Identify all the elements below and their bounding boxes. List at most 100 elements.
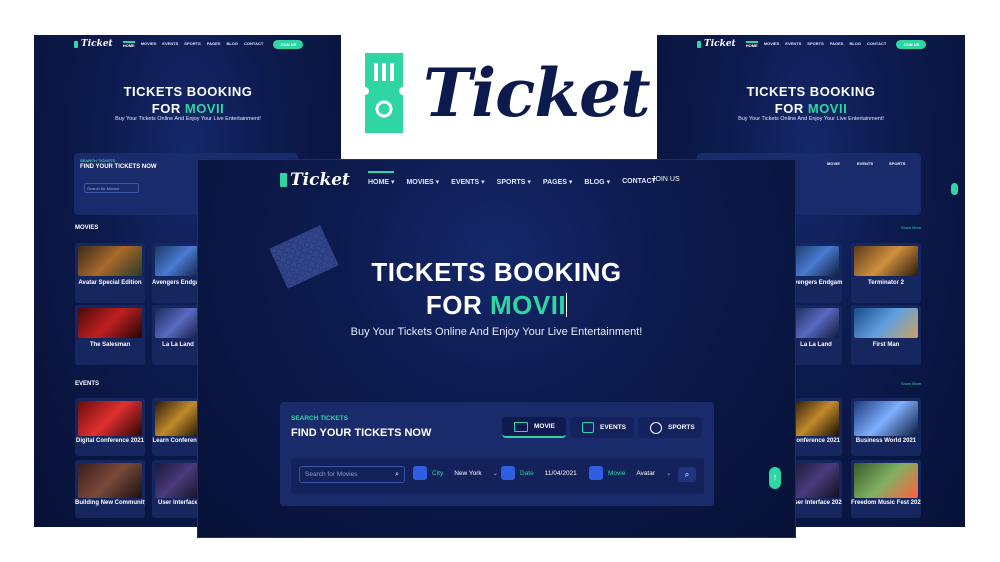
scroll-top-small[interactable] — [951, 183, 958, 195]
movie-poster — [793, 246, 839, 276]
chevron-down-icon: ⌄ — [666, 470, 672, 477]
city-select[interactable]: City New York ⌄ — [413, 466, 498, 480]
event-image — [155, 401, 201, 436]
movie-card[interactable]: The Salesman — [75, 305, 145, 365]
search-tickets-box: SEARCH TICKETS FIND YOUR TICKETS NOW MOV… — [280, 402, 714, 506]
event-image — [854, 463, 918, 498]
movie-card[interactable]: La La Land — [152, 305, 204, 365]
movie-select[interactable]: Movie Avatar ⌄ — [589, 466, 671, 480]
ticket-icon — [697, 40, 701, 48]
nav-blog[interactable]: BLOG ▾ — [584, 171, 610, 186]
hero-title: TICKETS BOOKING FOR MOVII — [371, 257, 622, 320]
nav-sports[interactable]: SPORTS — [184, 41, 200, 48]
nav-events[interactable]: EVENTS ▾ — [451, 171, 484, 186]
left-menu: HOME MOVIES EVENTS SPORTS PAGES BLOG CON… — [122, 40, 263, 48]
right-events-more[interactable]: Show More — [901, 381, 921, 386]
left-hero-title: TICKETS BOOKING FOR MOVII — [123, 84, 253, 116]
ticket-icon — [365, 53, 403, 133]
main-navbar: Ticket — [280, 170, 350, 190]
main-menu: HOME ▾ MOVIES ▾ EVENTS ▾ SPORTS ▾ PAGES … — [368, 171, 656, 186]
event-card[interactable]: Business World 2021 — [851, 398, 921, 456]
brand-logo-box: Ticket — [341, 35, 657, 162]
search-eyebrow: SEARCH TICKETS — [291, 415, 349, 422]
movie-poster — [155, 308, 201, 338]
nav-contact[interactable]: CONTACT — [244, 41, 263, 48]
main-screenshot-panel: Ticket HOME ▾ MOVIES ▾ EVENTS ▾ SPORTS ▾… — [198, 160, 795, 537]
scroll-to-top-button[interactable]: ↑ — [769, 467, 781, 489]
tab-sports[interactable]: SPORTS — [638, 417, 702, 438]
nav-home[interactable]: HOME ▾ — [368, 171, 395, 186]
movie-card[interactable]: Avengers Endgame — [790, 243, 842, 303]
join-button[interactable]: JOIN US — [273, 39, 304, 49]
left-navbar: Ticket HOME MOVIES EVENTS SPORTS PAGES B… — [74, 39, 304, 49]
event-card[interactable]: Freedom Music Fest 2021 — [851, 460, 921, 518]
chevron-down-icon: ▾ — [481, 179, 485, 186]
movie-card[interactable]: Terminator 2 — [851, 243, 921, 303]
text-cursor — [566, 293, 568, 317]
ticket-icon — [74, 40, 78, 48]
tab-movie[interactable]: MOVIE — [502, 417, 566, 438]
right-hero-title: TICKETS BOOKING FOR MOVII — [746, 84, 876, 116]
right-menu: HOME MOVIES EVENTS SPORTS PAGES BLOG CON… — [745, 40, 887, 48]
event-card[interactable]: User Interface 2021 — [790, 460, 842, 518]
ticket-icon — [280, 173, 287, 187]
movie-card[interactable]: First Man — [851, 305, 921, 365]
event-card[interactable]: Building New Community — [75, 460, 145, 518]
sports-icon — [650, 421, 662, 434]
movie-card[interactable]: La La Land — [790, 305, 842, 365]
search-heading: FIND YOUR TICKETS NOW — [291, 427, 432, 439]
tab-events[interactable]: EVENTS — [570, 417, 634, 438]
main-logo[interactable]: Ticket — [280, 170, 350, 190]
event-card[interactable]: Conference 2021 — [790, 398, 842, 456]
right-navbar: Ticket HOME MOVIES EVENTS SPORTS PAGES B… — [697, 39, 927, 49]
chevron-down-icon: ▾ — [568, 179, 573, 186]
search-input[interactable]: Search for Movies ⌕ — [299, 466, 405, 483]
brand-wordmark: Ticket — [423, 54, 651, 132]
nav-movies[interactable]: MOVIES — [141, 41, 157, 48]
right-hero-subtitle: Buy Your Tickets Online And Enjoy Your L… — [738, 116, 884, 122]
nav-events[interactable]: EVENTS — [162, 41, 178, 48]
calendar-icon — [501, 466, 515, 480]
event-image — [155, 463, 201, 498]
event-card[interactable]: User Interface — [152, 460, 204, 518]
city-icon — [413, 466, 427, 480]
movie-card[interactable]: Avengers Endgame — [152, 243, 204, 303]
movie-card[interactable]: Avatar Special Edition — [75, 243, 145, 303]
right-tab-events[interactable]: EVENTS — [857, 161, 873, 166]
chevron-down-icon: ▾ — [435, 179, 440, 186]
join-us-button[interactable]: JOIN US — [652, 171, 714, 189]
nav-sports[interactable]: SPORTS ▾ — [497, 171, 531, 186]
left-search-input[interactable]: Search for Movies — [84, 183, 139, 193]
search-icon: ⌕ — [684, 470, 690, 479]
movie-poster — [155, 246, 201, 276]
event-image — [78, 463, 142, 498]
left-events-label: EVENTS — [75, 381, 100, 387]
left-logo: Ticket — [74, 39, 113, 49]
event-card[interactable]: Learn Conference — [152, 398, 204, 456]
arrow-up-icon: ↑ — [772, 472, 778, 482]
film-icon — [514, 421, 528, 432]
event-card[interactable]: Digital Conference 2021 — [75, 398, 145, 456]
right-movies-more[interactable]: Show More — [901, 225, 921, 230]
join-button[interactable]: JOIN US — [896, 39, 927, 49]
nav-home[interactable]: HOME — [122, 40, 135, 48]
nav-blog[interactable]: BLOG — [226, 41, 238, 48]
event-image — [793, 401, 839, 436]
event-image — [854, 401, 918, 436]
chevron-down-icon: ▾ — [390, 179, 395, 186]
right-tab-sports[interactable]: SPORTS — [889, 161, 905, 166]
movie-poster — [793, 308, 839, 338]
right-tab-movie[interactable]: MOVIE — [827, 161, 840, 166]
nav-pages[interactable]: PAGES — [207, 41, 221, 48]
chevron-down-icon: ⌄ — [492, 470, 499, 477]
search-icon[interactable]: ⌕ — [395, 471, 399, 479]
nav-movies[interactable]: MOVIES ▾ — [406, 171, 439, 186]
left-movies-label: MOVIES — [75, 225, 99, 231]
nav-pages[interactable]: PAGES ▾ — [543, 171, 572, 186]
search-submit-button[interactable]: ⌕ — [678, 467, 696, 482]
movie-poster — [854, 308, 918, 338]
date-select[interactable]: Date 11/04/2021 ⌄ — [501, 466, 593, 480]
nav-contact[interactable]: CONTACT — [622, 171, 656, 186]
chevron-down-icon: ▾ — [527, 179, 531, 186]
hero-subtitle: Buy Your Tickets Online And Enjoy Your L… — [350, 326, 643, 338]
